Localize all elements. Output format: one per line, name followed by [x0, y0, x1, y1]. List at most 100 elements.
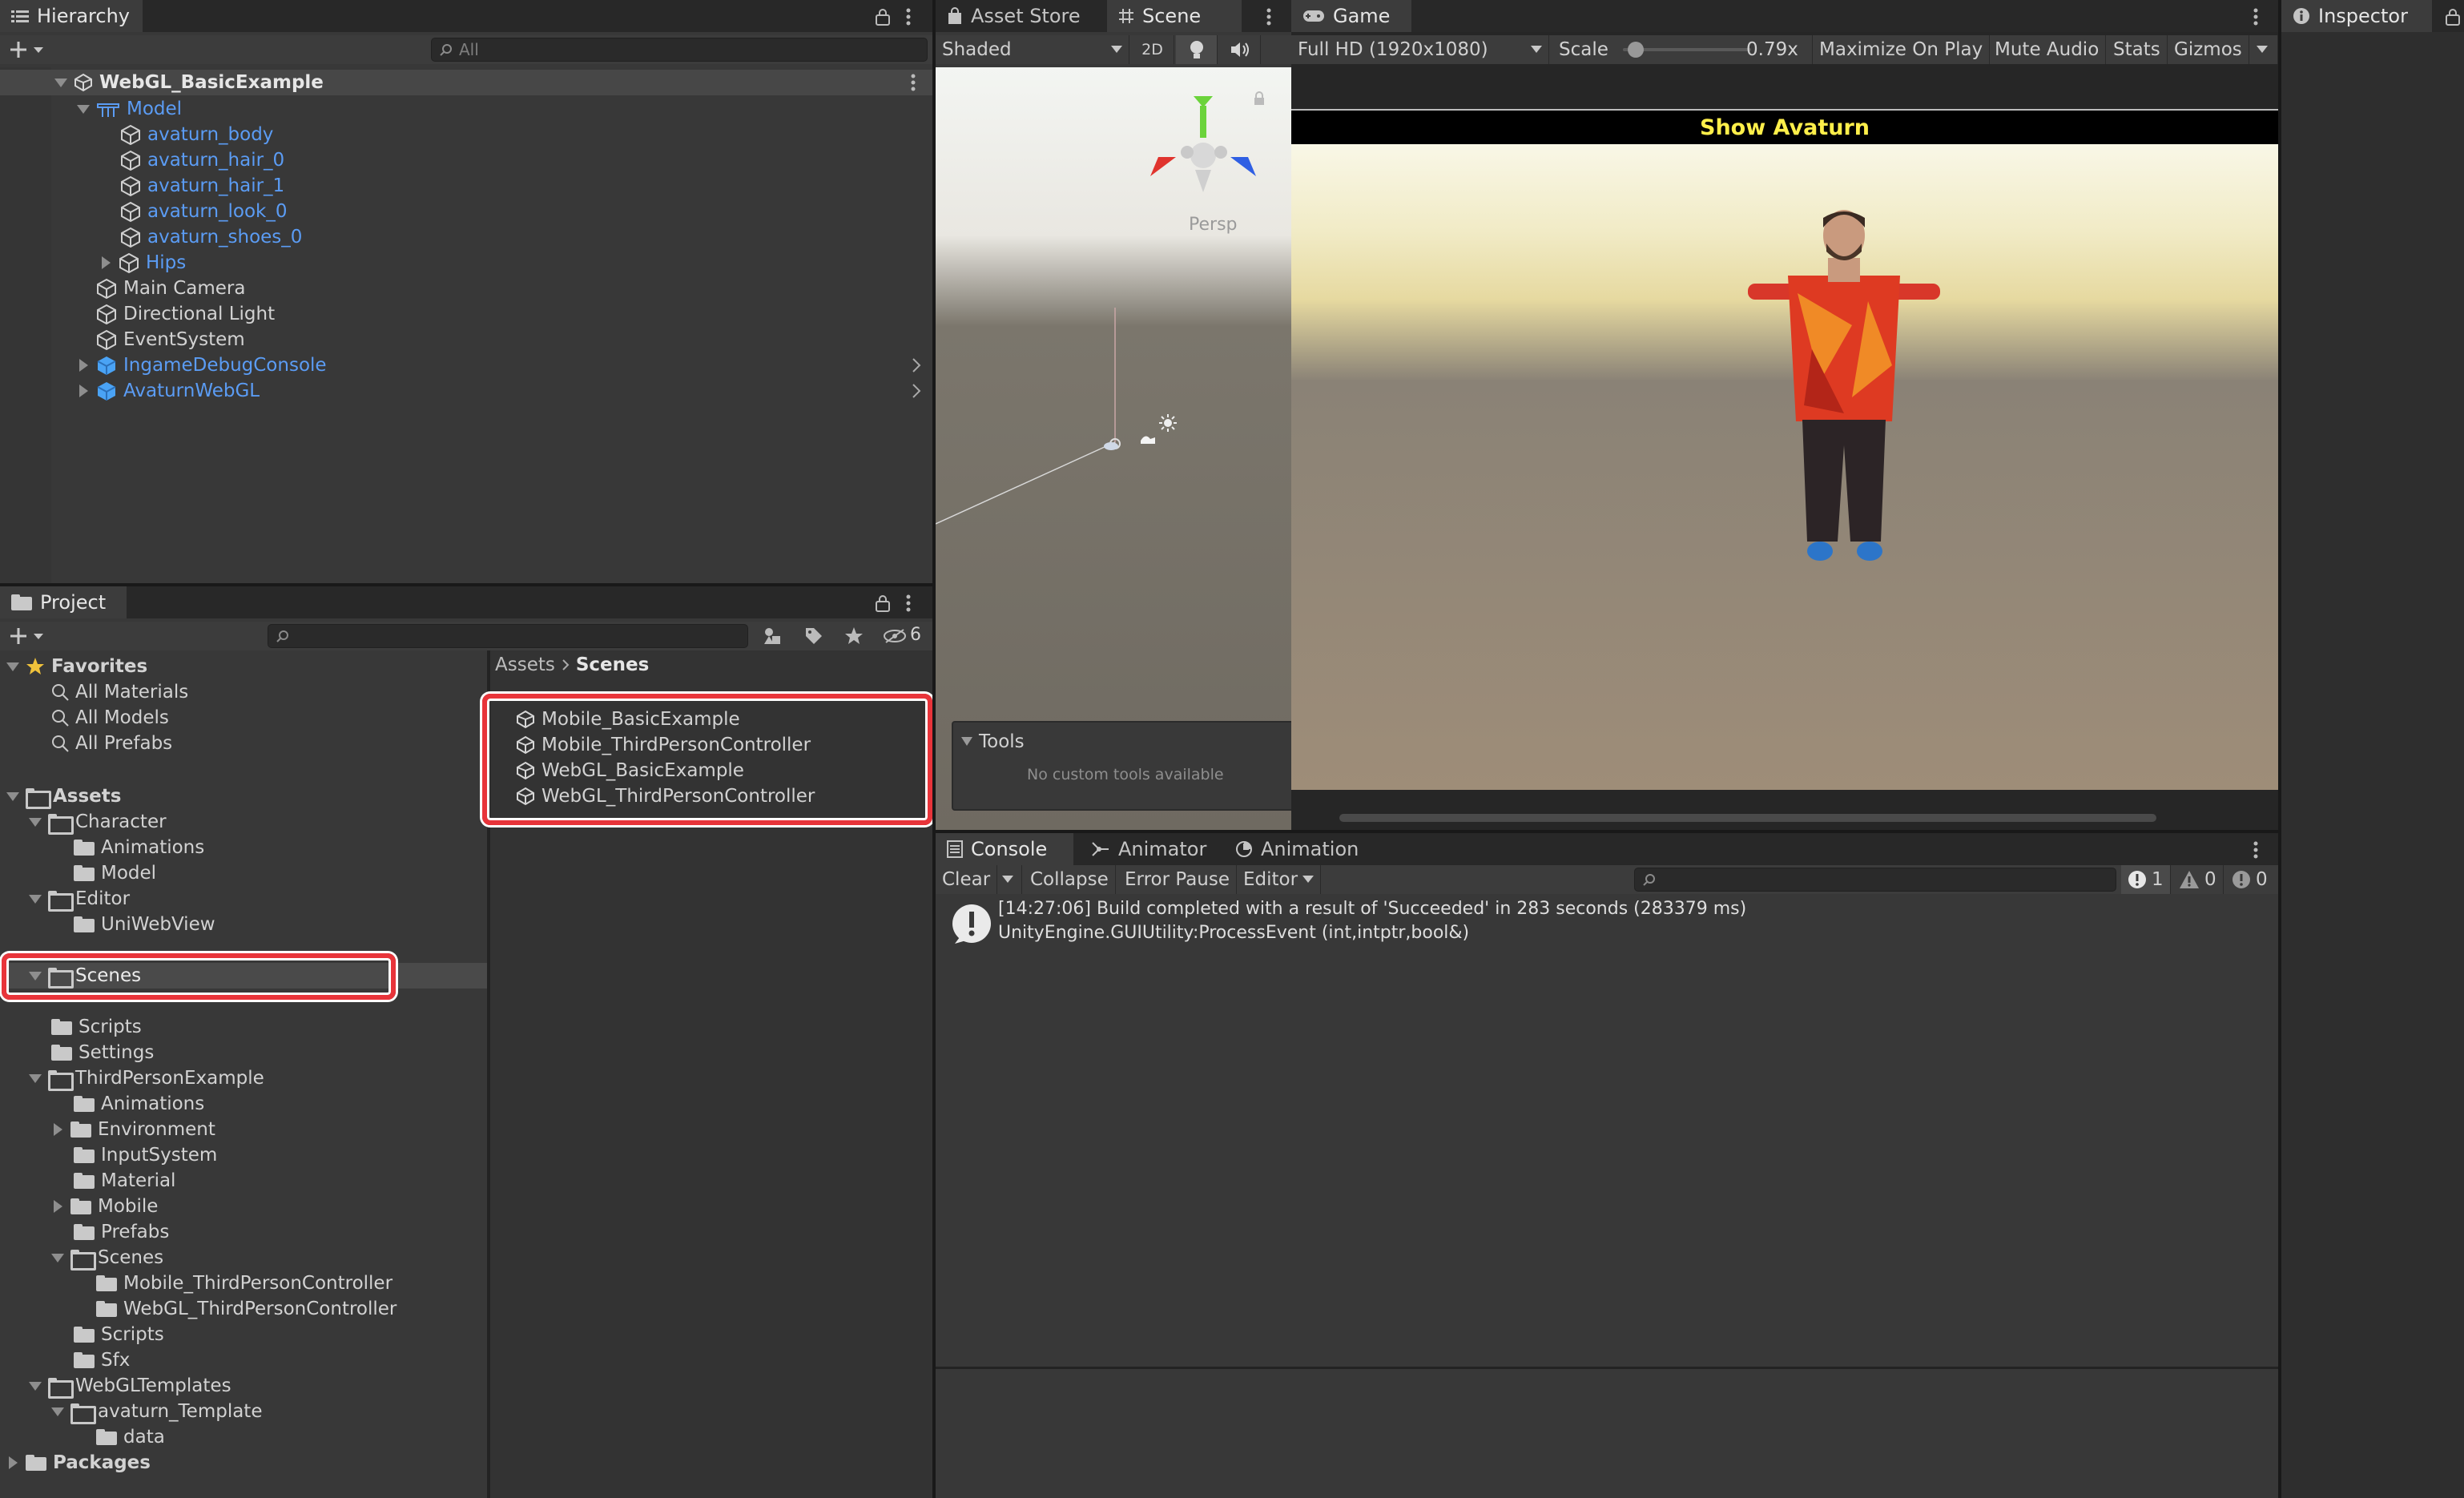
tree-folder[interactable]: Settings — [51, 1040, 154, 1065]
tree-folder[interactable]: Material — [74, 1168, 175, 1194]
tree-folder[interactable]: Animations — [74, 835, 204, 860]
tree-packages[interactable]: Packages — [6, 1450, 151, 1476]
hierarchy-item[interactable]: avaturn_shoes_0 — [120, 224, 302, 250]
lock-icon[interactable] — [1253, 91, 1266, 106]
project-search-input[interactable] — [268, 624, 748, 648]
light-gizmo-icon[interactable] — [1158, 413, 1178, 433]
tree-folder[interactable]: Mobile_ThirdPersonController — [96, 1270, 393, 1296]
lock-icon[interactable] — [2445, 8, 2461, 26]
hidden-packages-icon[interactable] — [883, 628, 907, 644]
hierarchy-item-hips[interactable]: Hips — [99, 250, 186, 276]
tree-folder[interactable]: WebGLTemplates — [29, 1373, 232, 1399]
add-icon[interactable] — [10, 626, 45, 646]
tree-folder[interactable]: Environment — [51, 1117, 215, 1142]
tree-folder[interactable]: Sfx — [74, 1347, 130, 1373]
kebab-menu-icon[interactable] — [905, 594, 912, 612]
hierarchy-item-main-camera[interactable]: Main Camera — [96, 276, 245, 301]
lighting-toggle[interactable] — [1176, 35, 1218, 64]
filter-by-type-icon[interactable] — [763, 626, 783, 646]
kebab-menu-icon[interactable] — [1266, 8, 1272, 26]
console-search-input[interactable] — [1634, 868, 2116, 892]
tree-folder[interactable]: ThirdPersonExample — [29, 1065, 264, 1091]
tree-folder[interactable]: Scenes — [51, 1245, 163, 1270]
scene-gizmo[interactable] — [1147, 96, 1259, 200]
error-count-toggle[interactable]: 0 — [2225, 865, 2274, 894]
editor-target-dropdown[interactable]: Editor — [1237, 865, 1322, 894]
hierarchy-item-directional-light[interactable]: Directional Light — [96, 301, 275, 327]
lock-icon[interactable] — [875, 8, 891, 26]
tab-animation[interactable]: Animation — [1224, 833, 1375, 865]
clear-options-dropdown[interactable] — [993, 865, 1022, 894]
tree-folder[interactable]: Prefabs — [74, 1219, 169, 1245]
hierarchy-item-ingamedebugconsole[interactable]: IngameDebugConsole — [77, 352, 327, 378]
game-hscrollbar[interactable] — [1339, 814, 2156, 822]
chevron-right-icon[interactable] — [912, 383, 921, 399]
tree-folder[interactable]: Character — [29, 809, 167, 835]
tree-folder[interactable]: avaturn_Template — [51, 1399, 262, 1424]
hierarchy-item-model[interactable]: Model — [77, 96, 182, 122]
hierarchy-item-eventsystem[interactable]: EventSystem — [96, 327, 245, 352]
label-tag-icon[interactable] — [804, 626, 823, 646]
tree-folder[interactable]: WebGL_ThirdPersonController — [96, 1296, 397, 1322]
tree-folder[interactable]: Scripts — [51, 1014, 142, 1040]
favorite-item[interactable]: All Materials — [51, 679, 188, 705]
kebab-menu-icon[interactable] — [2253, 8, 2259, 26]
gizmos-dropdown[interactable] — [2246, 35, 2278, 64]
error-pause-toggle[interactable]: Error Pause — [1118, 865, 1238, 894]
hierarchy-search-input[interactable]: All — [431, 38, 928, 62]
shading-mode-dropdown[interactable]: Shaded — [936, 35, 1129, 64]
tree-folder[interactable]: UniWebView — [74, 912, 215, 937]
favorite-item[interactable]: All Prefabs — [51, 731, 172, 756]
tab-asset-store[interactable]: Asset Store — [936, 0, 1105, 32]
tab-project[interactable]: Project — [0, 586, 127, 618]
tab-scene[interactable]: Scene — [1107, 0, 1242, 32]
scale-slider-handle[interactable] — [1628, 42, 1644, 58]
gizmos-toggle[interactable]: Gizmos — [2168, 35, 2249, 64]
log-entry[interactable]: [14:27:06] Build completed with a result… — [936, 894, 2278, 955]
tree-folder[interactable]: Model — [74, 860, 156, 886]
kebab-menu-icon[interactable] — [2253, 841, 2259, 859]
kebab-menu-icon[interactable] — [905, 8, 912, 26]
hierarchy-item[interactable]: avaturn_body — [120, 122, 273, 147]
star-icon[interactable] — [844, 626, 864, 646]
tab-game[interactable]: Game — [1291, 0, 1411, 32]
tab-console[interactable]: Console — [936, 833, 1073, 865]
camera-gizmo-icon[interactable] — [1139, 431, 1157, 445]
show-avaturn-button[interactable]: Show Avaturn — [1700, 115, 1870, 140]
stats-toggle[interactable]: Stats — [2107, 35, 2168, 64]
resolution-dropdown[interactable]: Full HD (1920x1080) — [1291, 35, 1549, 64]
hierarchy-item-avaturnwebgl[interactable]: AvaturnWebGL — [77, 378, 260, 404]
tab-inspector[interactable]: Inspector — [2281, 0, 2432, 32]
hierarchy-item[interactable]: avaturn_hair_0 — [120, 147, 284, 173]
hierarchy-item[interactable]: avaturn_look_0 — [120, 199, 288, 224]
favorites-header[interactable]: Favorites — [6, 654, 147, 679]
row-menu-icon[interactable] — [910, 74, 916, 91]
info-count-toggle[interactable]: 1 — [2121, 865, 2171, 894]
breadcrumb-assets[interactable]: Assets — [495, 654, 555, 675]
tree-folder[interactable]: Scripts — [74, 1322, 164, 1347]
maximize-on-play-toggle[interactable]: Maximize On Play — [1812, 35, 1991, 64]
tools-header[interactable]: Tools — [961, 729, 1025, 755]
scene-root-row[interactable]: WebGL_BasicExample — [0, 70, 932, 95]
chevron-right-icon[interactable] — [912, 357, 921, 373]
scale-slider[interactable] — [1623, 42, 1751, 58]
hierarchy-item[interactable]: avaturn_hair_1 — [120, 173, 284, 199]
clear-button[interactable]: Clear — [936, 865, 998, 894]
tree-folder[interactable]: Editor — [29, 886, 130, 912]
tree-folder[interactable]: Mobile — [51, 1194, 158, 1219]
favorite-item[interactable]: All Models — [51, 705, 169, 731]
tree-folder[interactable]: data — [96, 1424, 165, 1450]
add-icon[interactable] — [10, 40, 45, 59]
tree-folder[interactable]: InputSystem — [74, 1142, 217, 1168]
breadcrumb-scenes[interactable]: Scenes — [576, 654, 649, 675]
audio-toggle[interactable] — [1219, 35, 1261, 64]
tab-hierarchy[interactable]: Hierarchy — [0, 0, 143, 32]
warning-count-toggle[interactable]: 0 — [2172, 865, 2224, 894]
game-viewport[interactable]: Show Avaturn — [1291, 109, 2278, 790]
collapse-toggle[interactable]: Collapse — [1024, 865, 1116, 894]
lock-icon[interactable] — [875, 594, 891, 612]
scene-viewport[interactable]: Persp Tools No custom tools available — [936, 67, 1291, 830]
mute-audio-toggle[interactable]: Mute Audio — [1988, 35, 2107, 64]
tree-folder[interactable]: Animations — [74, 1091, 204, 1117]
tab-animator[interactable]: Animator — [1080, 833, 1221, 865]
